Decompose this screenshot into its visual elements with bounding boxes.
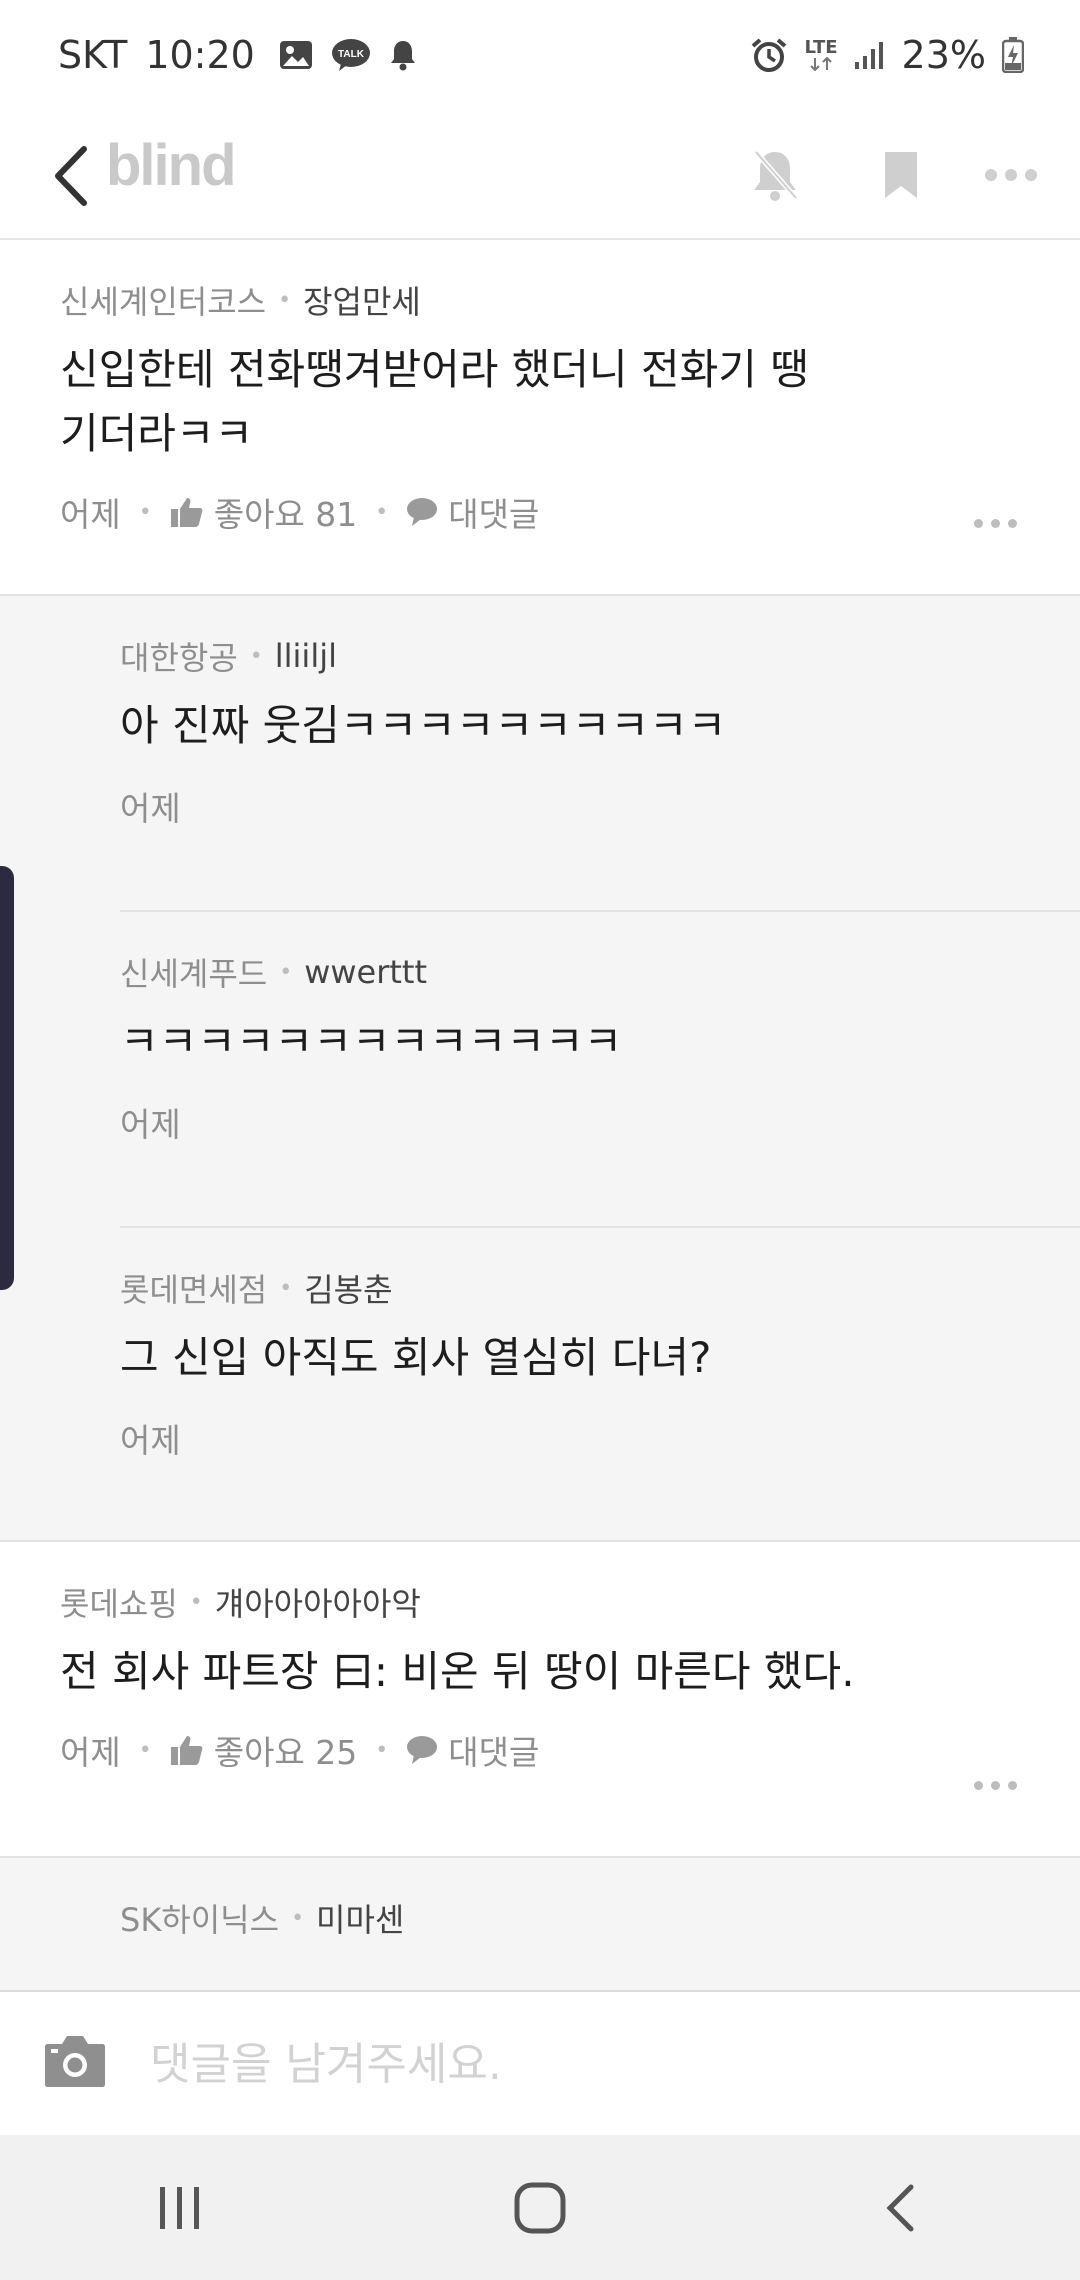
signal-icon [854,40,886,70]
nickname: lliiljl [274,637,337,675]
camera-button[interactable] [44,2032,106,2094]
status-bar: SKT 10:20 TALK LTE 23% [0,0,1080,110]
back-arrow-icon [886,2184,914,2231]
reply-item: 롯데면세점 • 김봉춘 그 신입 아직도 회사 열심히 다녀? 어제 [120,1228,1080,1540]
battery-percent: 23% [901,33,986,77]
talk-notification-icon: TALK [331,38,371,72]
gallery-notification-icon [279,40,313,70]
nickname: 미마센 [316,1901,405,1939]
recent-apps-icon [160,2186,199,2229]
more-options-button[interactable] [976,140,1046,210]
comment-meta: 신세계인터코스 • 장업만세 [60,270,1020,330]
reply-meta: 롯데면세점 • 김봉춘 [120,1258,1020,1318]
bookmark-button[interactable] [866,140,936,210]
nickname: 걔아아아아아악 [214,1585,421,1623]
system-nav-bar [0,2135,1080,2280]
nickname: wwerttt [304,953,428,991]
reply-date: 어제 [120,1105,181,1144]
reply-text: 그 신입 아직도 회사 열심히 다녀? [120,1333,712,1382]
reply-text: 아 진짜 웃김ㅋㅋㅋㅋㅋㅋㅋㅋㅋㅋ [120,701,727,750]
camera-icon [45,2036,105,2087]
battery-charging-icon [1002,37,1024,73]
svg-text:TALK: TALK [338,49,365,60]
brand-logo: blind [106,133,237,198]
comment-date: 어제 [60,495,121,534]
like-button[interactable]: 좋아요 81 [170,488,358,536]
comment-date: 어제 [60,1733,121,1772]
reply-button[interactable]: 대댓글 [406,488,539,536]
like-count-label: 좋아요 25 [213,1733,358,1772]
reply-thread: SK하이닉스 • 미마센 [0,1858,1080,1990]
recent-apps-button[interactable] [120,2148,240,2268]
bell-notification-icon [389,39,417,71]
reply-item: 대한항공 • lliiljl 아 진짜 웃김ㅋㅋㅋㅋㅋㅋㅋㅋㅋㅋ 어제 [120,596,1080,912]
comment-item: 신세계인터코스 • 장업만세 신입한테 전화땡겨받어라 했더니 전화기 땡기더라… [0,240,1080,596]
nickname: 김봉춘 [304,1271,393,1309]
carrier-label: SKT [58,33,128,77]
company-name: 롯데면세점 [120,1271,268,1309]
comment-meta: 롯데쇼핑 • 걔아아아아아악 [60,1572,1020,1632]
comment-actions: 어제 • 좋아요 81 • 대댓글 [60,480,1020,544]
clock: 10:20 [145,33,255,77]
comment-text: 신입한테 전화땡겨받어라 했더니 전화기 땡기더라ㅋㅋ [60,345,809,458]
app-bar: blind [0,110,1080,240]
like-button[interactable]: 좋아요 25 [170,1726,358,1774]
company-name: 롯데쇼핑 [60,1585,178,1623]
reply-thread: 대한항공 • lliiljl 아 진짜 웃김ㅋㅋㅋㅋㅋㅋㅋㅋㅋㅋ 어제 신세계푸… [0,596,1080,1542]
company-name: 대한항공 [120,639,238,677]
reply-meta: 대한항공 • lliiljl [120,626,1020,686]
comment-text: 전 회사 파트장 曰: 비온 뒤 땅이 마른다 했다. [60,1647,855,1696]
alarm-icon [750,37,788,73]
reply-button[interactable]: 대댓글 [406,1726,539,1774]
speech-bubble-icon [407,498,438,526]
home-icon [514,2182,566,2233]
comment-more-button[interactable] [974,513,1024,533]
company-name: 신세계푸드 [120,955,268,993]
edge-panel-handle[interactable] [0,866,14,1290]
company-name: SK하이닉스 [120,1901,280,1939]
like-count-label: 좋아요 81 [213,495,358,534]
comment-item: 롯데쇼핑 • 걔아아아아아악 전 회사 파트장 曰: 비온 뒤 땅이 마른다 했… [0,1542,1080,1858]
reply-meta: 신세계푸드 • wwerttt [120,942,1020,1002]
reply-item: 신세계푸드 • wwerttt ㅋㅋㅋㅋㅋㅋㅋㅋㅋㅋㅋㅋㅋ 어제 [120,912,1080,1228]
reply-text: ㅋㅋㅋㅋㅋㅋㅋㅋㅋㅋㅋㅋㅋ [120,1017,623,1066]
reply-date: 어제 [120,789,181,828]
reply-date: 어제 [120,1421,181,1460]
comment-more-button[interactable] [974,1775,1024,1795]
more-horizontal-icon [985,169,1037,181]
comment-feed[interactable]: 신세계인터코스 • 장업만세 신입한테 전화땡겨받어라 했더니 전화기 땡기더라… [0,240,1080,1990]
chevron-left-icon [55,146,87,206]
speech-bubble-icon [407,1736,438,1764]
nickname: 장업만세 [303,283,421,321]
lte-icon: LTE [804,37,838,71]
network-type-label: LTE [804,37,838,58]
thumbs-up-icon [170,1736,203,1765]
notification-off-button[interactable] [740,140,810,210]
reply-meta: SK하이닉스 • 미마센 [120,1888,1020,1948]
comment-input[interactable] [150,2022,1030,2106]
reply-label: 대댓글 [448,495,540,534]
company-name: 신세계인터코스 [60,283,267,321]
comment-actions: 어제 • 좋아요 25 • 대댓글 [60,1718,1020,1782]
nav-back-button[interactable] [840,2148,960,2268]
bell-off-icon [754,150,798,201]
reply-label: 대댓글 [448,1733,540,1772]
home-button[interactable] [480,2148,600,2268]
thumbs-up-icon [170,498,203,527]
reply-item: SK하이닉스 • 미마센 [120,1858,1080,1990]
back-button[interactable] [40,138,100,214]
bookmark-icon [885,152,917,198]
comment-input-bar [0,1990,1080,2135]
